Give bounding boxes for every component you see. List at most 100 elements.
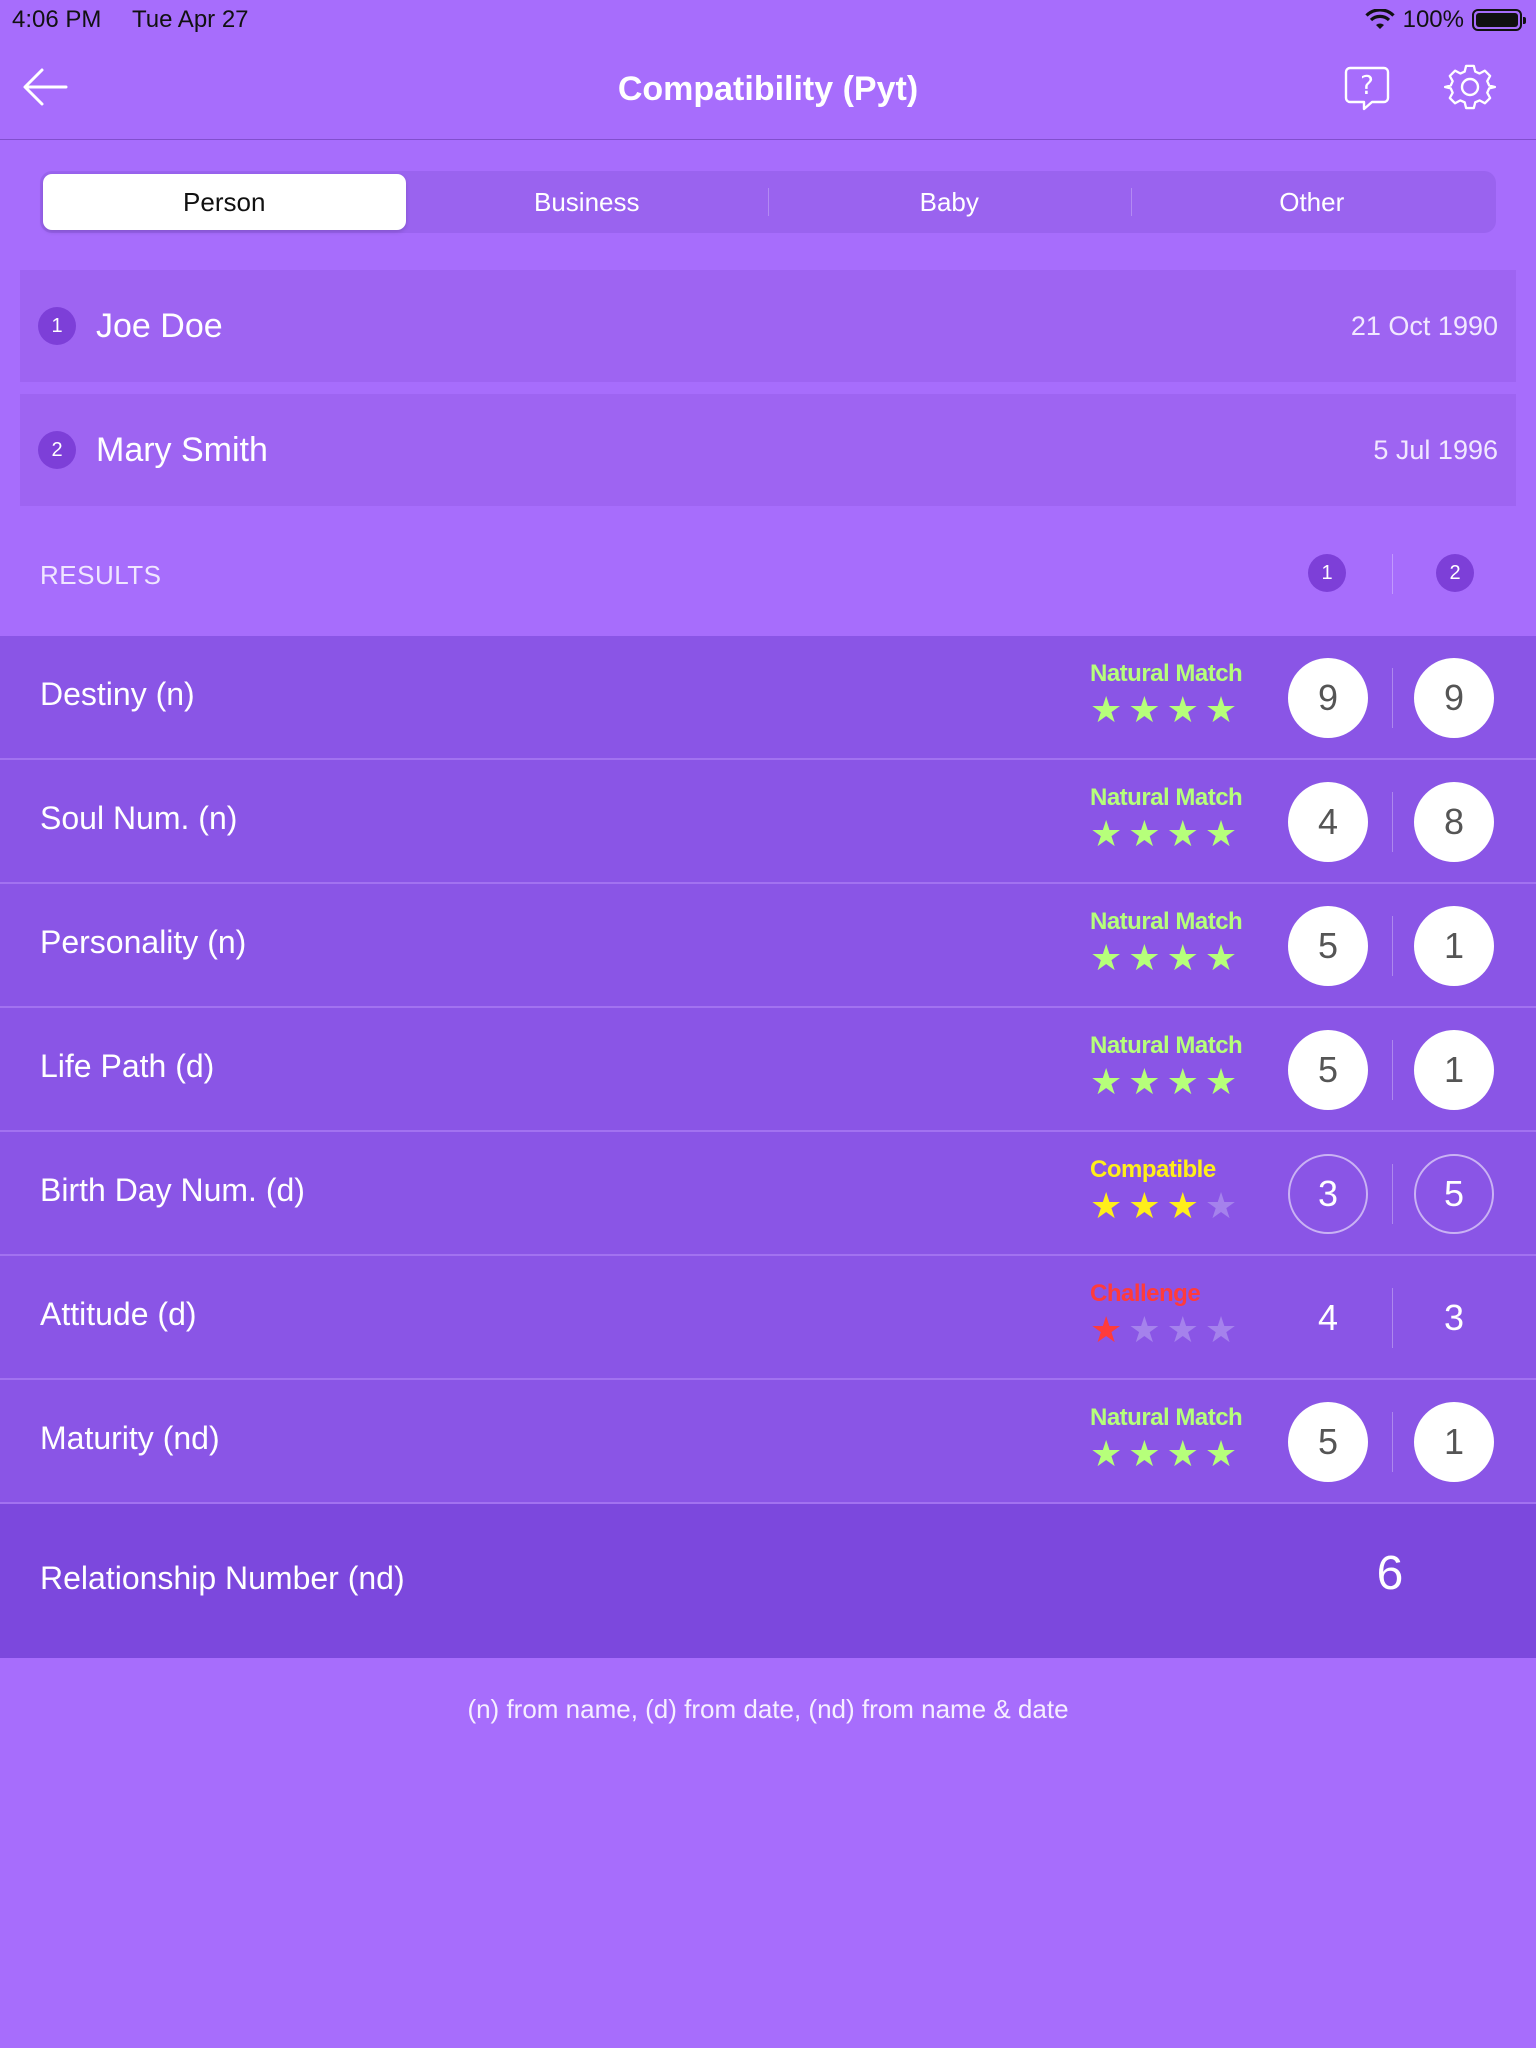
person-row-2[interactable]: 2 Mary Smith 5 Jul 1996 <box>20 394 1516 506</box>
person1-number: 5 <box>1288 1402 1368 1482</box>
compatibility-rating: Natural Match ★ ★ ★ ★ <box>1090 1404 1243 1472</box>
star-filled-icon: ★ <box>1204 1061 1238 1102</box>
rating-stars: ★ ★ ★ ★ <box>1090 816 1242 852</box>
column-divider <box>1392 1412 1393 1472</box>
person-index-badge: 2 <box>38 431 76 469</box>
rating-stars: ★ ★ ★ ★ <box>1090 1312 1237 1348</box>
column-badge-2: 2 <box>1436 554 1474 592</box>
result-row[interactable]: Attitude (d) Challenge ★ ★ ★ ★ 4 3 <box>0 1256 1536 1380</box>
page-title: Compatibility (Pyt) <box>617 70 919 108</box>
star-filled-icon: ★ <box>1128 1061 1161 1102</box>
column-divider <box>1392 916 1393 976</box>
star-filled-icon: ★ <box>1128 813 1161 854</box>
result-label: Soul Num. (n) <box>40 800 238 836</box>
person1-number: 4 <box>1317 1297 1339 1338</box>
star-filled-icon: ★ <box>1166 689 1199 730</box>
column-divider <box>1392 554 1393 594</box>
rating-stars: ★ ★ ★ ★ <box>1090 940 1242 976</box>
star-filled-icon: ★ <box>1166 937 1199 978</box>
results-list: Destiny (n) Natural Match ★ ★ ★ ★ 9 9 Soul Num. … <box>0 636 1536 1504</box>
results-title: RESULTS <box>40 560 162 590</box>
person1-number: 5 <box>1288 1030 1368 1110</box>
rating-text: Natural Match <box>1090 784 1243 811</box>
person1-number: 4 <box>1288 782 1368 862</box>
category-tabs: Person Business Baby Other <box>40 171 1496 233</box>
relationship-row[interactable]: Relationship Number (nd) 6 <box>0 1504 1536 1658</box>
column-badge-1: 1 <box>1308 554 1346 592</box>
rating-stars: ★ ★ ★ ★ <box>1090 1436 1242 1472</box>
rating-text: Natural Match <box>1090 908 1243 935</box>
star-filled-icon: ★ <box>1128 1433 1161 1474</box>
compatibility-rating: Natural Match ★ ★ ★ ★ <box>1090 784 1243 852</box>
rating-text: Challenge <box>1090 1280 1201 1307</box>
star-empty-icon: ★ <box>1204 1309 1238 1350</box>
star-empty-icon: ★ <box>1204 1185 1238 1226</box>
rating-text: Natural Match <box>1090 1032 1243 1059</box>
rating-stars: ★ ★ ★ ★ <box>1090 1064 1242 1100</box>
rating-text: Compatible <box>1090 1156 1216 1183</box>
result-row[interactable]: Personality (n) Natural Match ★ ★ ★ ★ 5 1 <box>0 884 1536 1008</box>
result-label: Attitude (d) <box>40 1296 197 1332</box>
relationship-value: 6 <box>1376 1547 1404 1600</box>
result-row[interactable]: Soul Num. (n) Natural Match ★ ★ ★ ★ 4 8 <box>0 760 1536 884</box>
results-header: RESULTS 1 2 <box>0 540 1536 606</box>
tab-person[interactable]: Person <box>43 174 406 230</box>
tab-baby[interactable]: Baby <box>768 174 1131 230</box>
star-filled-icon: ★ <box>1090 1433 1123 1474</box>
person-birth-date: 21 Oct 1990 <box>1350 310 1498 341</box>
person2-number: 8 <box>1414 782 1494 862</box>
person-row-1[interactable]: 1 Joe Doe 21 Oct 1990 <box>20 270 1516 382</box>
rating-stars: ★ ★ ★ ★ <box>1090 692 1242 728</box>
person2-number: 3 <box>1443 1297 1465 1338</box>
person2-number: 1 <box>1414 1402 1494 1482</box>
compatibility-rating: Natural Match ★ ★ ★ ★ <box>1090 1032 1243 1100</box>
battery-icon <box>1472 9 1526 31</box>
result-row[interactable]: Life Path (d) Natural Match ★ ★ ★ ★ 5 1 <box>0 1008 1536 1132</box>
compatibility-rating: Challenge ★ ★ ★ ★ <box>1090 1280 1237 1348</box>
settings-gear-icon[interactable] <box>1444 62 1496 114</box>
result-label: Maturity (nd) <box>40 1420 220 1456</box>
result-row[interactable]: Birth Day Num. (d) Compatible ★ ★ ★ ★ 3 5 <box>0 1132 1536 1256</box>
rating-stars: ★ ★ ★ ★ <box>1090 1188 1237 1224</box>
status-indicators: 100% <box>1364 6 1526 34</box>
tab-business[interactable]: Business <box>406 174 769 230</box>
status-bar: 4:06 PM Tue Apr 27 100% <box>0 0 1536 40</box>
star-filled-icon: ★ <box>1166 1185 1199 1226</box>
result-row[interactable]: Destiny (n) Natural Match ★ ★ ★ ★ 9 9 <box>0 636 1536 760</box>
star-empty-icon: ★ <box>1128 1309 1161 1350</box>
star-filled-icon: ★ <box>1090 1061 1123 1102</box>
status-date: Tue Apr 27 <box>132 6 249 33</box>
star-filled-icon: ★ <box>1090 813 1123 854</box>
column-divider <box>1392 1164 1393 1224</box>
compatibility-rating: Natural Match ★ ★ ★ ★ <box>1090 660 1243 728</box>
column-divider <box>1392 668 1393 728</box>
column-divider <box>1392 792 1393 852</box>
person-birth-date: 5 Jul 1996 <box>1373 434 1498 465</box>
person2-number: 9 <box>1414 658 1494 738</box>
person1-number: 3 <box>1288 1154 1368 1234</box>
help-icon[interactable]: ? <box>1342 62 1392 112</box>
star-filled-icon: ★ <box>1204 1433 1238 1474</box>
compatibility-rating: Compatible ★ ★ ★ ★ <box>1090 1156 1237 1224</box>
star-filled-icon: ★ <box>1128 937 1161 978</box>
person1-number: 9 <box>1288 658 1368 738</box>
star-filled-icon: ★ <box>1166 1433 1199 1474</box>
star-filled-icon: ★ <box>1204 689 1238 730</box>
column-divider <box>1392 1040 1393 1100</box>
svg-text:?: ? <box>1360 71 1374 101</box>
person2-number: 1 <box>1414 906 1494 986</box>
rating-text: Natural Match <box>1090 1404 1243 1431</box>
compatibility-rating: Natural Match ★ ★ ★ ★ <box>1090 908 1243 976</box>
wifi-icon <box>1364 9 1395 29</box>
person2-number: 1 <box>1414 1030 1494 1110</box>
legend-footnote: (n) from name, (d) from date, (nd) from … <box>467 1694 1069 1724</box>
result-row[interactable]: Maturity (nd) Natural Match ★ ★ ★ ★ 5 1 <box>0 1380 1536 1504</box>
result-label: Destiny (n) <box>40 676 195 712</box>
tab-other[interactable]: Other <box>1130 174 1494 230</box>
result-label: Birth Day Num. (d) <box>40 1172 305 1208</box>
star-filled-icon: ★ <box>1166 1061 1199 1102</box>
nav-bar: Compatibility (Pyt) ? <box>0 40 1536 140</box>
person-index-badge: 1 <box>38 307 76 345</box>
person-name: Joe Doe <box>96 306 223 345</box>
person2-number: 5 <box>1414 1154 1494 1234</box>
